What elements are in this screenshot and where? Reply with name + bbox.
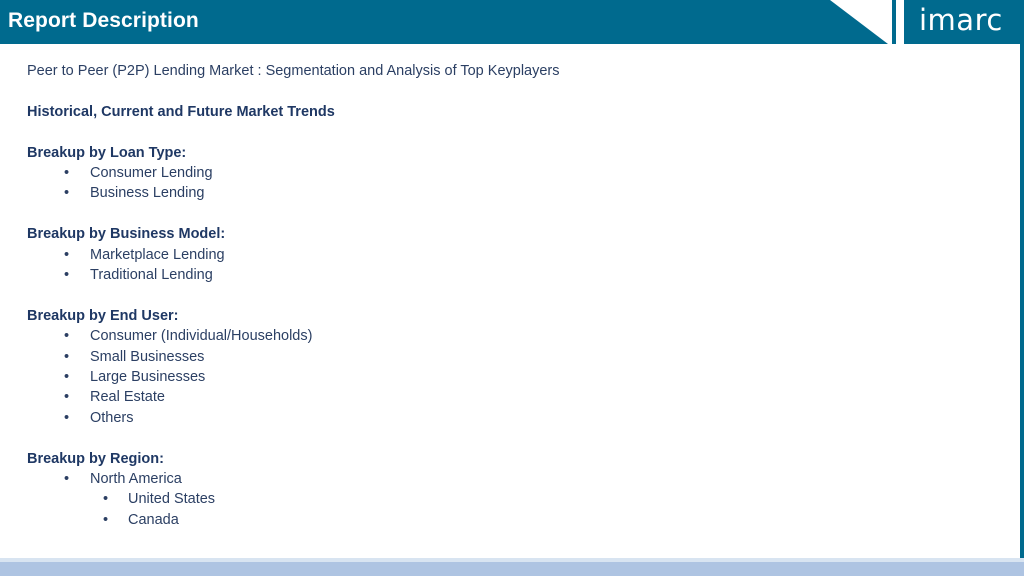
bullet-icon: • bbox=[64, 328, 70, 345]
list-item: • Consumer (Individual/Households) bbox=[27, 326, 987, 346]
report-intro: Peer to Peer (P2P) Lending Market : Segm… bbox=[27, 63, 560, 79]
report-description-content: Peer to Peer (P2P) Lending Market : Segm… bbox=[27, 61, 987, 530]
bullet-icon: • bbox=[103, 491, 109, 508]
page-title: Report Description bbox=[8, 9, 199, 32]
logo: imarc bbox=[911, 0, 1024, 44]
header-bar: Report Description imarc bbox=[0, 0, 1024, 44]
end-user-list: • Consumer (Individual/Households) • Small… bbox=[27, 326, 987, 428]
slide: Report Description imarc Peer to Peer (P… bbox=[0, 0, 1024, 576]
list-item: • Large Businesses bbox=[27, 367, 987, 387]
list-item: • North America bbox=[27, 469, 987, 489]
region-sublist: • United States • Canada bbox=[27, 489, 987, 530]
section-heading-region: Breakup by Region: bbox=[27, 450, 164, 467]
list-item: • Real Estate bbox=[27, 387, 987, 407]
region-list: • North America bbox=[27, 469, 987, 489]
right-accent-rule bbox=[1020, 44, 1024, 558]
bullet-icon: • bbox=[64, 369, 70, 386]
list-item: • Consumer Lending bbox=[27, 163, 987, 183]
bullet-icon: • bbox=[64, 246, 70, 263]
section-heading-business-model: Breakup by Business Model: bbox=[27, 226, 226, 243]
list-item: • Canada bbox=[27, 510, 987, 530]
logo-text: imarc bbox=[919, 3, 1003, 37]
header-decoration bbox=[830, 0, 904, 44]
bullet-icon: • bbox=[64, 389, 70, 406]
bullet-icon: • bbox=[64, 471, 70, 488]
list-item: • Others bbox=[27, 408, 987, 428]
bullet-icon: • bbox=[64, 267, 70, 284]
list-item: • United States bbox=[27, 489, 987, 509]
bullet-icon: • bbox=[64, 165, 70, 181]
section-heading-loan-type: Breakup by Loan Type: bbox=[27, 144, 187, 161]
bullet-icon: • bbox=[103, 511, 109, 528]
loan-type-list: • Consumer Lending • Business Lending bbox=[27, 163, 987, 204]
list-item: • Traditional Lending bbox=[27, 265, 987, 285]
list-item: • Marketplace Lending bbox=[27, 245, 987, 265]
bullet-icon: • bbox=[64, 348, 70, 365]
footer-band bbox=[0, 558, 1024, 576]
list-item: • Business Lending bbox=[27, 183, 987, 203]
bullet-icon: • bbox=[64, 409, 70, 426]
list-item: • Small Businesses bbox=[27, 347, 987, 367]
section-heading-end-user: Breakup by End User: bbox=[27, 307, 179, 324]
bullet-icon: • bbox=[64, 185, 70, 202]
trends-heading: Historical, Current and Future Market Tr… bbox=[27, 103, 335, 120]
business-model-list: • Marketplace Lending • Traditional Lendin… bbox=[27, 245, 987, 286]
